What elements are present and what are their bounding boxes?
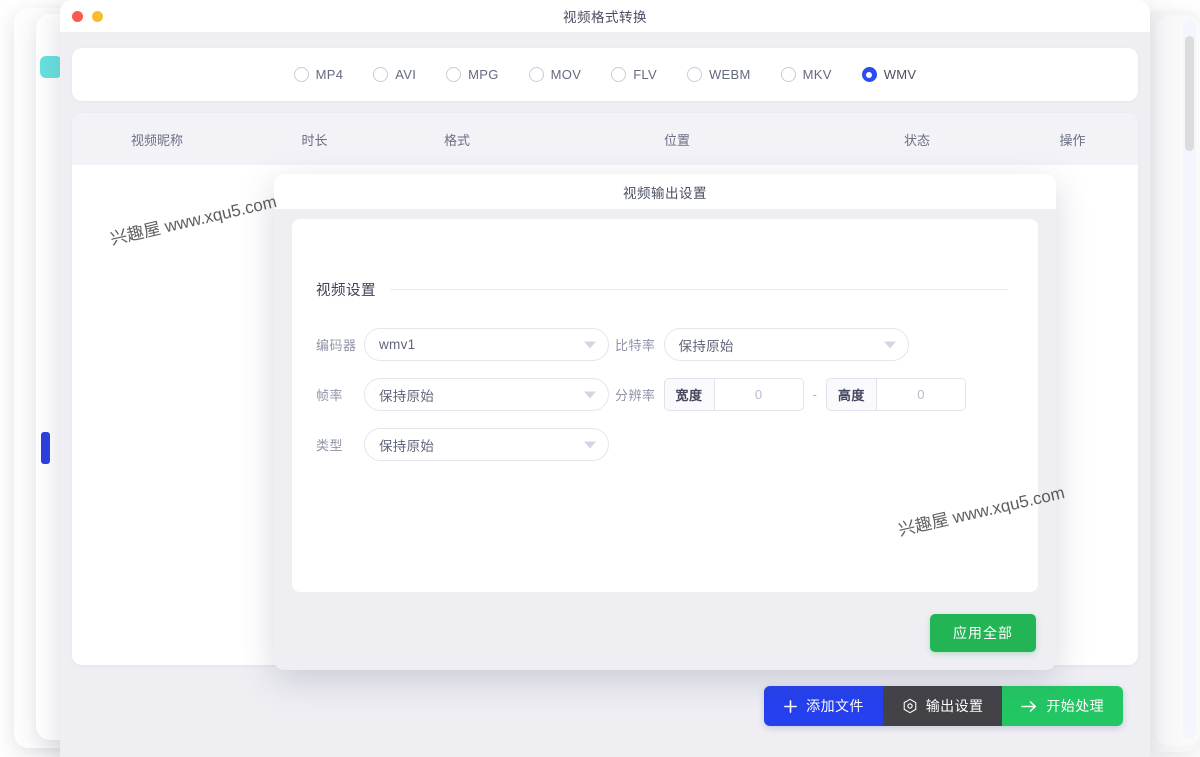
chevron-down-icon bbox=[584, 441, 596, 448]
resolution-label: 分辨率 bbox=[615, 388, 656, 403]
radio-icon-mp4[interactable] bbox=[293, 67, 309, 82]
plus-icon bbox=[783, 699, 798, 714]
window-title: 视频格式转换 bbox=[563, 10, 647, 25]
action-bar: 添加文件 输出设置 开始处理 bbox=[764, 686, 1123, 726]
video-output-settings-dialog: 视频输出设置 视频设置 编码器 wmv1 比特率 保持原始 帧率 保持原始 分辨… bbox=[274, 174, 1056, 670]
vertical-scrollbar-thumb[interactable] bbox=[1185, 36, 1194, 151]
dialog-body: 视频设置 编码器 wmv1 比特率 保持原始 帧率 保持原始 分辨率 宽度 0 … bbox=[292, 219, 1038, 592]
column-header-location: 位置 bbox=[663, 132, 690, 148]
format-selector-panel: MP4 AVI MPG MOV FLV WEBM MKV WMV bbox=[72, 48, 1138, 101]
framerate-label: 帧率 bbox=[316, 388, 344, 403]
radio-icon-mov[interactable] bbox=[528, 67, 544, 82]
height-label: 高度 bbox=[826, 379, 877, 410]
main-window: 视频格式转换 MP4 AVI MPG MOV FLV WEBM MKV WMV … bbox=[60, 0, 1150, 757]
radio-icon-wmv[interactable] bbox=[861, 67, 877, 82]
window-controls bbox=[72, 11, 103, 22]
start-process-label: 开始处理 bbox=[1046, 698, 1104, 714]
format-option-wmv[interactable]: WMV bbox=[861, 67, 917, 82]
radio-icon-webm[interactable] bbox=[686, 67, 702, 82]
output-settings-label: 输出设置 bbox=[925, 698, 984, 714]
section-title: 视频设置 bbox=[316, 283, 376, 299]
format-option-webm[interactable]: WEBM bbox=[686, 67, 751, 82]
video-settings-form: 编码器 wmv1 比特率 保持原始 帧率 保持原始 分辨率 宽度 0 - 高度 … bbox=[316, 328, 1038, 461]
dialog-title: 视频输出设置 bbox=[274, 174, 1056, 209]
column-header-status: 状态 bbox=[903, 132, 930, 148]
height-input[interactable] bbox=[876, 379, 965, 410]
radio-icon-mpg[interactable] bbox=[446, 67, 462, 82]
form-row-framerate-resolution: 帧率 保持原始 分辨率 宽度 - 高度 bbox=[316, 378, 1038, 411]
column-header-name: 视频昵称 bbox=[130, 132, 183, 148]
radio-icon-flv[interactable] bbox=[611, 67, 627, 82]
width-input[interactable] bbox=[714, 379, 803, 410]
bitrate-label: 比特率 bbox=[615, 338, 656, 353]
framerate-value: 保持原始 bbox=[379, 388, 435, 404]
format-option-flv[interactable]: FLV bbox=[611, 67, 657, 82]
format-option-mkv[interactable]: MKV bbox=[780, 67, 832, 82]
encoder-value: wmv1 bbox=[379, 337, 416, 352]
resolution-separator: - bbox=[812, 387, 817, 402]
height-input-group[interactable]: 高度 bbox=[825, 378, 966, 411]
format-label-mkv: MKV bbox=[802, 67, 832, 82]
format-label-wmv: WMV bbox=[883, 67, 917, 82]
start-process-button[interactable]: 开始处理 bbox=[1002, 686, 1123, 726]
column-header-duration: 时长 bbox=[301, 132, 328, 148]
file-list-header: 视频昵称 时长 格式 位置 状态 操作 bbox=[72, 113, 1138, 165]
arrow-right-icon bbox=[1021, 699, 1038, 714]
type-value: 保持原始 bbox=[379, 438, 435, 454]
format-radio-group: MP4 AVI MPG MOV FLV WEBM MKV WMV bbox=[293, 67, 917, 82]
radio-icon-avi[interactable] bbox=[373, 67, 389, 82]
format-label-mpg: MPG bbox=[468, 67, 499, 82]
chevron-down-icon bbox=[584, 391, 596, 398]
encoder-label: 编码器 bbox=[316, 338, 357, 353]
decoration-blue-shape bbox=[41, 432, 50, 464]
decoration-cyan-shape bbox=[40, 56, 62, 78]
bitrate-select[interactable]: 保持原始 bbox=[663, 328, 909, 361]
format-option-avi[interactable]: AVI bbox=[373, 67, 416, 82]
vertical-scrollbar-track[interactable] bbox=[1183, 20, 1196, 738]
output-settings-button[interactable]: 输出设置 bbox=[882, 686, 1003, 726]
format-option-mpg[interactable]: MPG bbox=[446, 67, 499, 82]
chevron-down-icon bbox=[584, 341, 596, 348]
format-label-flv: FLV bbox=[633, 67, 657, 82]
title-bar: 视频格式转换 bbox=[60, 0, 1150, 32]
section-divider bbox=[390, 289, 1008, 290]
format-label-mp4: MP4 bbox=[315, 67, 344, 82]
encoder-select[interactable]: wmv1 bbox=[364, 328, 609, 361]
width-label: 宽度 bbox=[664, 379, 715, 410]
column-header-actions: 操作 bbox=[1059, 132, 1086, 148]
framerate-select[interactable]: 保持原始 bbox=[364, 378, 609, 411]
format-option-mov[interactable]: MOV bbox=[528, 67, 582, 82]
dialog-footer: 应用全部 bbox=[930, 614, 1036, 652]
radio-icon-mkv[interactable] bbox=[780, 67, 796, 82]
close-button[interactable] bbox=[72, 11, 83, 22]
add-file-button[interactable]: 添加文件 bbox=[764, 686, 883, 726]
add-file-label: 添加文件 bbox=[806, 698, 864, 714]
gear-icon bbox=[902, 698, 918, 714]
column-header-format: 格式 bbox=[443, 132, 470, 148]
type-select[interactable]: 保持原始 bbox=[364, 428, 609, 461]
video-settings-section-header: 视频设置 bbox=[316, 279, 1008, 300]
apply-all-button[interactable]: 应用全部 bbox=[930, 614, 1036, 652]
type-label: 类型 bbox=[316, 438, 344, 453]
screenshot-root: 视频格式转换 MP4 AVI MPG MOV FLV WEBM MKV WMV … bbox=[0, 0, 1200, 757]
minimize-button[interactable] bbox=[92, 11, 103, 22]
width-input-group[interactable]: 宽度 bbox=[663, 378, 804, 411]
format-label-mov: MOV bbox=[550, 67, 582, 82]
format-option-mp4[interactable]: MP4 bbox=[293, 67, 344, 82]
form-row-type: 类型 保持原始 bbox=[316, 428, 1038, 461]
format-label-webm: WEBM bbox=[708, 67, 751, 82]
bitrate-value: 保持原始 bbox=[678, 338, 734, 354]
chevron-down-icon bbox=[883, 341, 896, 348]
format-label-avi: AVI bbox=[395, 67, 417, 82]
form-row-encoder-bitrate: 编码器 wmv1 比特率 保持原始 bbox=[316, 328, 1038, 361]
